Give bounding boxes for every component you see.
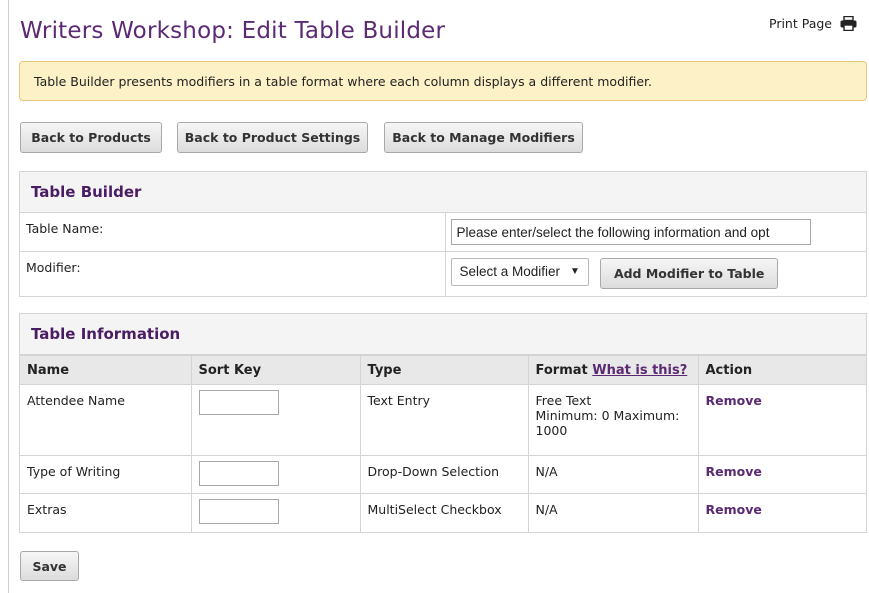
- print-page-label: Print Page: [769, 16, 832, 31]
- back-to-product-settings-button[interactable]: Back to Product Settings: [177, 122, 368, 153]
- page-left-border: [8, 0, 9, 593]
- table-builder-heading: Table Builder: [20, 172, 866, 213]
- table-builder-form: Table Name: Modifier: Select a Modifier …: [20, 213, 866, 296]
- modifier-cell: Select a Modifier ▼ Add Modifier to Tabl…: [444, 250, 866, 296]
- format-label: Format: [535, 362, 588, 378]
- remove-link[interactable]: Remove: [706, 464, 762, 479]
- table-row: Attendee Name Text Entry Free Text Minim…: [20, 384, 866, 456]
- table-row: Extras MultiSelect Checkbox N/A Remove: [20, 493, 866, 532]
- table-information-heading: Table Information: [20, 314, 866, 355]
- printer-icon: [840, 16, 857, 31]
- table-row: Type of Writing Drop-Down Selection N/A …: [20, 455, 866, 494]
- table-name-label: Table Name:: [26, 221, 104, 236]
- back-to-products-button[interactable]: Back to Products: [20, 122, 162, 153]
- modifier-select[interactable]: Select a Modifier ▼: [450, 257, 589, 286]
- row-type: Text Entry: [360, 384, 529, 456]
- row-name: Type of Writing: [20, 455, 192, 494]
- row-action: Remove: [698, 493, 866, 532]
- format-line: 1000: [535, 423, 568, 438]
- col-header-sort-key: Sort Key: [191, 355, 361, 385]
- info-notice: Table Builder presents modifiers in a ta…: [19, 61, 867, 101]
- modifier-row: Modifier: Select a Modifier ▼ Add Modifi…: [20, 250, 866, 296]
- sort-key-cell: [191, 455, 361, 494]
- dropdown-arrow-icon: ▼: [570, 266, 580, 277]
- row-format: N/A: [528, 455, 699, 494]
- col-header-name: Name: [20, 355, 192, 385]
- col-header-action: Action: [698, 355, 866, 385]
- modifiers-table: Name Sort Key Type Format What is this? …: [20, 355, 866, 532]
- sort-key-cell: [191, 384, 361, 456]
- print-page-link[interactable]: Print Page: [769, 16, 857, 31]
- row-action: Remove: [698, 455, 866, 494]
- row-name: Attendee Name: [20, 384, 192, 456]
- table-name-row: Table Name:: [20, 213, 866, 251]
- format-line: Free Text: [535, 393, 592, 408]
- sort-key-cell: [191, 493, 361, 532]
- col-header-format: Format What is this?: [528, 355, 699, 385]
- table-header-row: Name Sort Key Type Format What is this? …: [20, 355, 866, 385]
- row-type: MultiSelect Checkbox: [360, 493, 529, 532]
- table-name-cell: [444, 213, 866, 251]
- row-format: N/A: [528, 493, 699, 532]
- add-modifier-button[interactable]: Add Modifier to Table: [599, 257, 779, 289]
- sort-key-input[interactable]: [198, 390, 279, 415]
- what-is-this-link[interactable]: What is this?: [592, 363, 687, 378]
- row-name: Extras: [20, 493, 192, 532]
- sort-key-input[interactable]: [198, 499, 279, 524]
- table-name-input[interactable]: [450, 219, 811, 245]
- back-to-manage-modifiers-button[interactable]: Back to Manage Modifiers: [384, 122, 583, 153]
- col-header-type: Type: [360, 355, 529, 385]
- row-action: Remove: [698, 384, 866, 456]
- save-button[interactable]: Save: [20, 551, 79, 581]
- row-type: Drop-Down Selection: [360, 455, 529, 494]
- table-builder-panel: Table Builder Table Name: Modifier: Sele…: [19, 171, 867, 297]
- remove-link[interactable]: Remove: [706, 393, 762, 408]
- format-line: Minimum: 0 Maximum:: [535, 408, 680, 423]
- modifier-label: Modifier:: [20, 250, 445, 296]
- remove-link[interactable]: Remove: [706, 502, 762, 517]
- table-information-panel: Table Information Name Sort Key Type For…: [19, 313, 867, 533]
- page-title: Writers Workshop: Edit Table Builder: [20, 18, 446, 44]
- modifier-select-value: Select a Modifier: [459, 264, 561, 279]
- sort-key-input[interactable]: [198, 461, 279, 486]
- row-format: Free Text Minimum: 0 Maximum: 1000: [528, 384, 699, 456]
- notice-text: Table Builder presents modifiers in a ta…: [34, 73, 653, 89]
